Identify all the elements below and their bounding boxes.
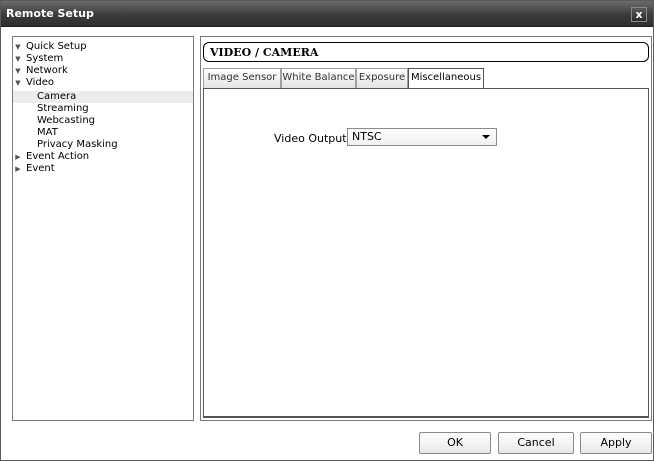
expand-arrow-icon[interactable]: ▶ bbox=[13, 151, 23, 163]
tree-item-camera[interactable]: Camera bbox=[13, 91, 193, 103]
tree-item-label: Privacy Masking bbox=[37, 139, 118, 150]
tree-item-label: System bbox=[26, 53, 64, 64]
expand-arrow-icon[interactable]: ▼ bbox=[13, 77, 23, 89]
tree-item-event-action[interactable]: ▶ Event Action bbox=[13, 151, 193, 163]
expand-arrow-icon[interactable]: ▼ bbox=[13, 65, 23, 77]
expand-arrow-icon[interactable]: ▶ bbox=[13, 163, 23, 175]
title-bar[interactable]: Remote Setup x bbox=[1, 1, 653, 27]
tree-item-quick-setup[interactable]: ▼ Quick Setup bbox=[13, 41, 193, 53]
video-output-select[interactable]: NTSC bbox=[347, 128, 497, 146]
remote-setup-window: Remote Setup x ▼ Quick Setup ▼ System ▼ Net… bbox=[0, 0, 654, 461]
tree-item-mat[interactable]: MAT bbox=[13, 127, 193, 139]
expand-arrow-icon[interactable]: ▼ bbox=[13, 41, 23, 53]
apply-button[interactable]: Apply bbox=[580, 432, 652, 454]
tree-item-privacy-masking[interactable]: Privacy Masking bbox=[13, 139, 193, 151]
tree-item-label: Network bbox=[26, 65, 68, 76]
tab-image-sensor[interactable]: Image Sensor bbox=[203, 68, 281, 88]
tree-item-label: Video bbox=[26, 77, 55, 88]
expand-arrow-icon[interactable]: ▼ bbox=[13, 53, 23, 65]
tree-item-network[interactable]: ▼ Network bbox=[13, 65, 193, 77]
tree-item-label: MAT bbox=[37, 127, 58, 138]
page-title: VIDEO / CAMERA bbox=[210, 46, 319, 59]
tab-white-balance[interactable]: White Balance bbox=[281, 68, 356, 88]
tree-item-label: Quick Setup bbox=[26, 41, 87, 52]
tab-bar: Image Sensor White Balance Exposure Misc… bbox=[203, 68, 649, 89]
tab-miscellaneous[interactable]: Miscellaneous bbox=[408, 68, 484, 89]
page-header: VIDEO / CAMERA bbox=[203, 42, 649, 62]
video-output-label: Video Output bbox=[274, 132, 347, 145]
tree-item-streaming[interactable]: Streaming bbox=[13, 103, 193, 115]
settings-tree: ▼ Quick Setup ▼ System ▼ Network ▼ Video Cam… bbox=[12, 36, 194, 421]
content-panel: VIDEO / CAMERA Image Sensor White Balanc… bbox=[200, 36, 652, 421]
ok-button[interactable]: OK bbox=[419, 432, 491, 454]
tree-item-system[interactable]: ▼ System bbox=[13, 53, 193, 65]
tree-item-video[interactable]: ▼ Video bbox=[13, 77, 193, 89]
dropdown-arrow-icon bbox=[482, 135, 490, 139]
tree-item-label: Event Action bbox=[26, 151, 90, 162]
tree-item-webcasting[interactable]: Webcasting bbox=[13, 115, 193, 127]
video-output-value: NTSC bbox=[352, 130, 382, 143]
tree-item-label: Event bbox=[26, 163, 55, 174]
tree-item-event[interactable]: ▶ Event bbox=[13, 163, 193, 175]
close-button[interactable]: x bbox=[631, 7, 647, 22]
tab-content: Video Output NTSC bbox=[203, 88, 649, 418]
tab-exposure[interactable]: Exposure bbox=[356, 68, 408, 88]
cancel-button[interactable]: Cancel bbox=[498, 432, 574, 454]
tree-item-label: Webcasting bbox=[37, 115, 96, 126]
tree-item-label: Camera bbox=[37, 91, 77, 102]
window-title: Remote Setup bbox=[6, 7, 94, 20]
tree-item-label: Streaming bbox=[37, 103, 89, 114]
